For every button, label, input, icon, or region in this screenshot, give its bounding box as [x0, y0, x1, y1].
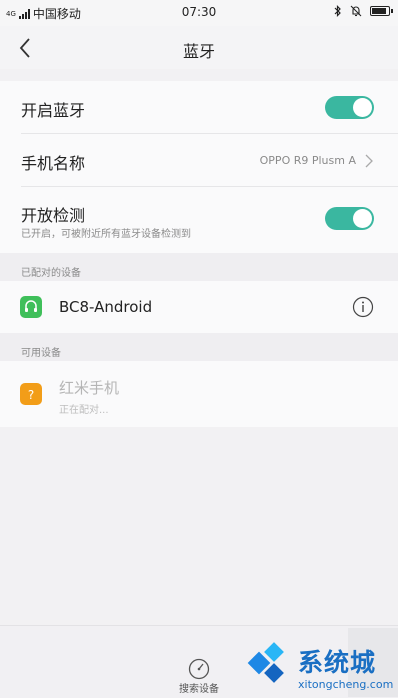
visibility-toggle-sublabel: 已开启，可被附近所有蓝牙设备检测到: [21, 229, 191, 240]
visibility-toggle-label: 开放检测: [21, 206, 86, 225]
visibility-toggle[interactable]: [325, 207, 374, 230]
visibility-toggle-row[interactable]: 开放检测 已开启，可被附近所有蓝牙设备检测到: [0, 187, 398, 253]
bluetooth-toggle-label: 开启蓝牙: [21, 101, 86, 120]
watermark-logo-icon: [247, 642, 284, 683]
available-section-title: 可用设备: [21, 348, 61, 359]
device-name-label: 手机名称: [21, 154, 86, 173]
chevron-right-icon: [365, 154, 373, 168]
search-devices-icon: [188, 658, 210, 680]
watermark-title: 系统城: [298, 648, 377, 677]
bluetooth-toggle[interactable]: [325, 96, 374, 119]
paired-section-title: 已配对的设备: [21, 268, 81, 279]
battery-icon: [370, 6, 393, 16]
svg-text:?: ?: [28, 388, 34, 402]
battery-fill: [372, 8, 386, 14]
toggle-knob: [353, 98, 372, 117]
available-device-name: 红米手机: [59, 379, 120, 397]
bluetooth-toggle-row[interactable]: 开启蓝牙: [0, 81, 398, 133]
page-title: 蓝牙: [182, 42, 215, 61]
watermark-url: xitongcheng.com: [298, 678, 394, 691]
unknown-device-icon: ?: [20, 383, 42, 405]
info-icon[interactable]: [352, 296, 374, 318]
headset-icon: [20, 296, 42, 318]
available-device-list: ? 红米手机 正在配对...: [0, 361, 398, 427]
available-section-header: 可用设备: [0, 333, 398, 361]
search-devices-label: 搜索设备: [179, 684, 219, 695]
device-name-value: OPPO R9 Plusm A: [259, 154, 356, 167]
header-bar: 蓝牙: [0, 26, 398, 69]
paired-section-header: 已配对的设备: [0, 253, 398, 281]
watermark: 系统城 xitongcheng.com: [244, 628, 398, 697]
available-device-status: 正在配对...: [59, 405, 109, 416]
settings-group: 开启蓝牙 手机名称 OPPO R9 Plusm A 开放检测 已开启，可被附近所…: [0, 81, 398, 253]
paired-device-item[interactable]: BC8-Android: [0, 281, 398, 333]
device-name-row[interactable]: 手机名称 OPPO R9 Plusm A: [0, 134, 398, 186]
paired-device-list: BC8-Android: [0, 281, 398, 333]
available-device-item[interactable]: ? 红米手机 正在配对...: [0, 361, 398, 427]
paired-device-name: BC8-Android: [59, 298, 153, 316]
search-devices-button[interactable]: 搜索设备: [168, 631, 230, 695]
status-bar: 4G 中国移动 07:30: [0, 0, 398, 26]
status-right: [334, 5, 393, 17]
bluetooth-icon: [334, 5, 341, 17]
toggle-knob: [353, 209, 372, 228]
alarm-off-icon: [350, 5, 362, 17]
